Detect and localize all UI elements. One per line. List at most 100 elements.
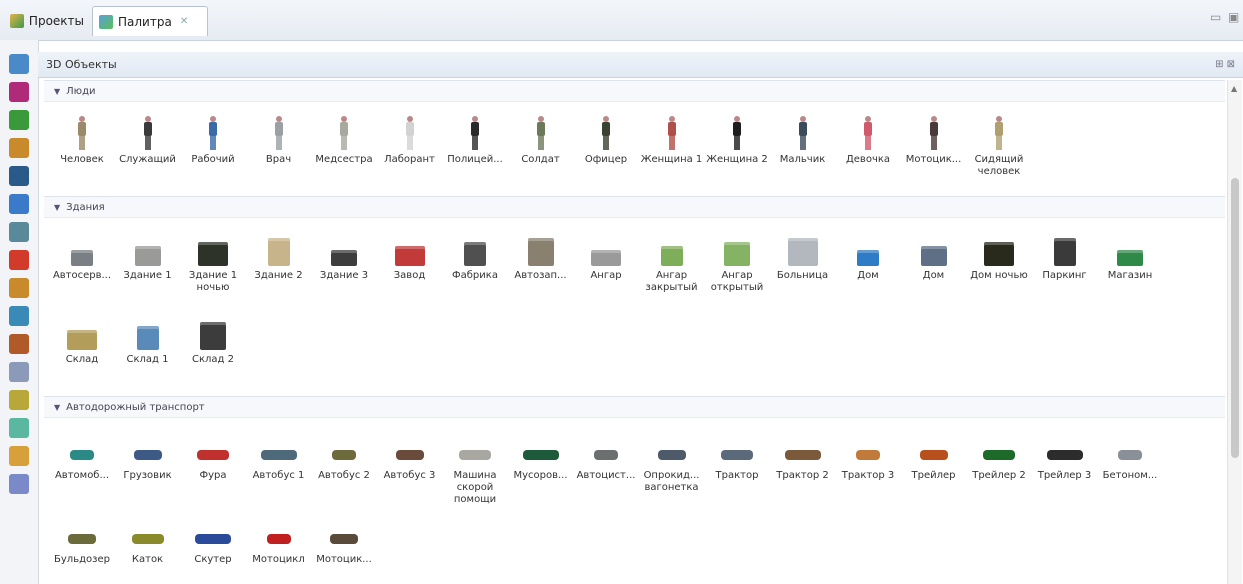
person-icon [443, 108, 507, 154]
palette-item[interactable]: Трейлер 3 [1033, 424, 1097, 508]
palette-item-label: Каток [131, 554, 164, 565]
palette-item[interactable]: Здание 3 [312, 224, 376, 308]
palette-item[interactable]: Рабочий [181, 108, 245, 192]
shape2-icon[interactable] [9, 474, 29, 494]
palette-item[interactable]: Медсестра [312, 108, 376, 192]
palette-item[interactable]: Трейлер 2 [967, 424, 1031, 508]
palette-item[interactable]: Склад 2 [181, 308, 245, 392]
collapse-icon[interactable]: ▼ [54, 203, 60, 212]
palette-item[interactable]: Машина скорой помощи [443, 424, 507, 508]
palette-item[interactable]: Скутер [181, 508, 245, 584]
palette-item-label: Мальчик [779, 154, 826, 165]
section-header[interactable]: ▼ Автодорожный транспорт [44, 396, 1225, 418]
person-icon[interactable] [9, 110, 29, 130]
palette-item[interactable]: Магазин [1098, 224, 1162, 308]
palette-item[interactable]: Автобус 3 [378, 424, 442, 508]
collapse-icon[interactable]: ▼ [54, 403, 60, 412]
palette-item[interactable]: Завод [378, 224, 442, 308]
palette-item[interactable]: Дом [836, 224, 900, 308]
palette-item[interactable]: Автозап... [509, 224, 573, 308]
maximize-icon[interactable]: ▣ [1228, 10, 1239, 24]
palette-item-label: Опрокид... вагонетка [643, 470, 700, 493]
minimize-icon[interactable]: ▭ [1210, 10, 1221, 24]
palette-item[interactable]: Фура [181, 424, 245, 508]
scroll-up-icon[interactable]: ▲ [1231, 84, 1237, 93]
vertical-scrollbar[interactable]: ▲ [1227, 80, 1242, 584]
palette-icon[interactable] [9, 418, 29, 438]
building-icon [640, 224, 704, 270]
chart-icon[interactable] [9, 82, 29, 102]
factory-icon[interactable] [9, 334, 29, 354]
palette-item[interactable]: Склад 1 [116, 308, 180, 392]
folder-icon[interactable] [9, 390, 29, 410]
collapse-icon[interactable]: ▼ [54, 87, 60, 96]
vehicle-icon [967, 424, 1031, 470]
palette-item[interactable]: Автоцист... [574, 424, 638, 508]
panel-controls-icon[interactable]: ⊞ ⊠ [1215, 59, 1235, 70]
section-header[interactable]: ▼ Здания [44, 196, 1225, 218]
vehicle-icon [247, 424, 311, 470]
palette-item[interactable]: Женщина 2 [705, 108, 769, 192]
box-icon[interactable] [9, 278, 29, 298]
close-icon[interactable]: ✕ [180, 16, 188, 27]
section-header[interactable]: ▼ Люди [44, 80, 1225, 102]
network-icon[interactable] [9, 222, 29, 242]
palette-item[interactable]: Здание 1 ночью [181, 224, 245, 308]
palette-item[interactable]: Мотоцик... [902, 108, 966, 192]
vehicle-icon [312, 508, 376, 554]
tab-projects[interactable]: Проекты [4, 6, 90, 36]
panel-icon[interactable] [9, 362, 29, 382]
palette-item[interactable]: Здание 1 [116, 224, 180, 308]
palette-item[interactable]: Трейлер [902, 424, 966, 508]
palette-item[interactable]: Автобус 2 [312, 424, 376, 508]
palette-item[interactable]: Девочка [836, 108, 900, 192]
palette-item[interactable]: Здание 2 [247, 224, 311, 308]
palette-item[interactable]: Женщина 1 [640, 108, 704, 192]
palette-item[interactable]: Мотоцик... [312, 508, 376, 584]
palette-item[interactable]: Дом ночью [967, 224, 1031, 308]
palette-item[interactable]: Трактор 2 [771, 424, 835, 508]
palette-item[interactable]: Фабрика [443, 224, 507, 308]
palette-item[interactable]: Лаборант [378, 108, 442, 192]
target-icon[interactable] [9, 54, 29, 74]
palette-item[interactable]: Бульдозер [50, 508, 114, 584]
palette-item[interactable]: Офицер [574, 108, 638, 192]
palette-item[interactable]: Человек [50, 108, 114, 192]
stop-icon[interactable] [9, 250, 29, 270]
palette-item[interactable]: Солдат [509, 108, 573, 192]
palette-item[interactable]: Мотоцикл [247, 508, 311, 584]
palette-item[interactable]: Мальчик [771, 108, 835, 192]
palette-item[interactable]: Трактор 3 [836, 424, 900, 508]
palette-item[interactable]: Больница [771, 224, 835, 308]
panel-title: 3D Объекты [46, 58, 117, 71]
palette-item[interactable]: Автобус 1 [247, 424, 311, 508]
scrollbar-thumb[interactable] [1231, 178, 1239, 458]
shape-icon[interactable] [9, 446, 29, 466]
palette-item[interactable]: Трактор [705, 424, 769, 508]
item-grid: Автомоб... Грузовик Фура Автобус 1 Автобус 2… [44, 418, 1225, 584]
palette-item[interactable]: Сидящий человек [967, 108, 1031, 192]
palette-item[interactable]: Паркинг [1033, 224, 1097, 308]
palette-item[interactable]: Каток [116, 508, 180, 584]
tab-palette[interactable]: Палитра ✕ [92, 6, 208, 36]
palette-item[interactable]: Полицей... [443, 108, 507, 192]
grid-icon[interactable] [9, 138, 29, 158]
palette-item[interactable]: Бетоном... [1098, 424, 1162, 508]
vehicle-icon [574, 424, 638, 470]
palette-item[interactable]: Склад [50, 308, 114, 392]
palette-item[interactable]: Врач [247, 108, 311, 192]
palette-item[interactable]: Ангар закрытый [640, 224, 704, 308]
palette-item[interactable]: Автосерв... [50, 224, 114, 308]
drop-icon[interactable] [9, 194, 29, 214]
tool-icon[interactable] [9, 306, 29, 326]
palette-item[interactable]: Дом [902, 224, 966, 308]
palette-item[interactable]: Автомоб... [50, 424, 114, 508]
palette-item-label: Мусоров... [513, 470, 568, 481]
palette-item[interactable]: Служащий [116, 108, 180, 192]
palette-item[interactable]: Грузовик [116, 424, 180, 508]
palette-item[interactable]: Ангар [574, 224, 638, 308]
palette-item[interactable]: Ангар открытый [705, 224, 769, 308]
car-icon[interactable] [9, 166, 29, 186]
palette-item[interactable]: Опрокид... вагонетка [640, 424, 704, 508]
palette-item[interactable]: Мусоров... [509, 424, 573, 508]
